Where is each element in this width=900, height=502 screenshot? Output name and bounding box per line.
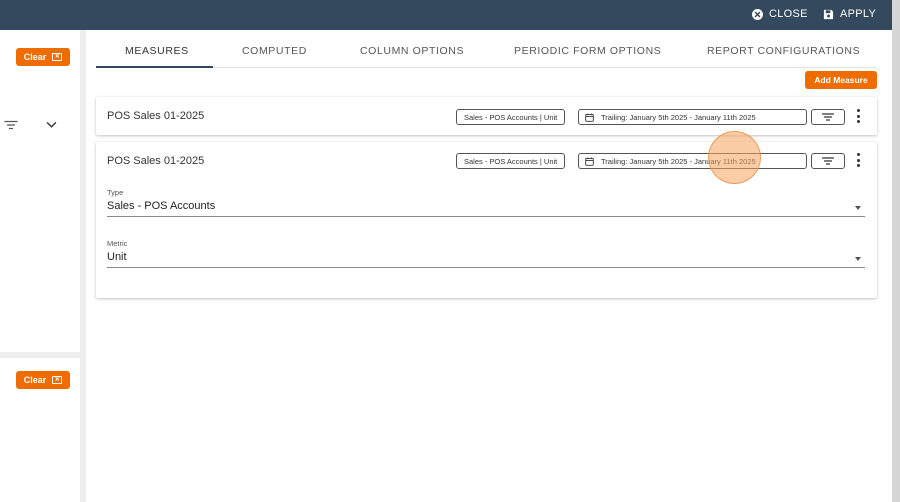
metric-field: Metric Unit bbox=[107, 239, 865, 268]
calendar-icon bbox=[585, 113, 594, 122]
active-tab-indicator bbox=[96, 66, 213, 68]
measure-type-chip[interactable]: Sales - POS Accounts | Unit bbox=[456, 153, 566, 169]
add-measure-button[interactable]: Add Measure bbox=[805, 71, 877, 89]
clear-filters-button[interactable]: Clear ✕ bbox=[16, 48, 70, 66]
tab-computed[interactable]: COMPUTED bbox=[242, 45, 307, 57]
metric-label: Metric bbox=[107, 239, 128, 248]
date-range-label: Trailing: January 5th 2025 - January 11t… bbox=[601, 112, 756, 122]
measures-panel: MEASURES COMPUTED COLUMN OPTIONS PERIODI… bbox=[86, 30, 892, 502]
metric-select[interactable]: Unit bbox=[107, 248, 865, 268]
more-vert-icon[interactable] bbox=[854, 153, 862, 167]
tab-measures[interactable]: MEASURES bbox=[125, 45, 189, 57]
type-field: Type Sales - POS Accounts bbox=[107, 188, 865, 217]
chevron-down-icon[interactable] bbox=[46, 121, 57, 129]
window-edge bbox=[892, 0, 900, 502]
clear-label: Clear bbox=[23, 52, 47, 62]
measure-card[interactable]: POS Sales 01-2025 Sales - POS Accounts |… bbox=[96, 97, 877, 135]
calendar-icon bbox=[585, 157, 594, 166]
clear-label: Clear bbox=[23, 375, 47, 385]
metric-value: Unit bbox=[107, 251, 127, 263]
close-circle-icon bbox=[752, 8, 763, 20]
date-range-chip[interactable]: Trailing: January 5th 2025 - January 11t… bbox=[578, 109, 807, 125]
measure-card-expanded: POS Sales 01-2025 Sales - POS Accounts |… bbox=[96, 142, 877, 298]
filter-icon bbox=[822, 113, 834, 121]
clear-x-icon: ✕ bbox=[52, 53, 63, 61]
measure-filter-button[interactable] bbox=[811, 153, 845, 169]
filter-icon bbox=[822, 157, 834, 165]
close-label: CLOSE bbox=[769, 8, 808, 20]
filter-sidebar-top: Clear ✕ bbox=[0, 30, 80, 352]
measure-filter-button[interactable] bbox=[811, 109, 845, 125]
more-vert-icon[interactable] bbox=[854, 109, 862, 123]
tab-periodic-form-options[interactable]: PERIODIC FORM OPTIONS bbox=[514, 45, 661, 57]
filter-icon[interactable] bbox=[4, 120, 18, 130]
apply-label: APPLY bbox=[840, 8, 877, 20]
measure-type-chip[interactable]: Sales - POS Accounts | Unit bbox=[456, 109, 566, 125]
tab-bar: MEASURES COMPUTED COLUMN OPTIONS PERIODI… bbox=[96, 30, 876, 68]
filter-sidebar-bottom: Clear ✕ bbox=[0, 358, 80, 502]
type-value: Sales - POS Accounts bbox=[107, 200, 216, 212]
tab-column-options[interactable]: COLUMN OPTIONS bbox=[360, 45, 464, 57]
date-range-chip[interactable]: Trailing: January 5th 2025 - January 11t… bbox=[578, 153, 807, 169]
dialog-header-bar: CLOSE APPLY bbox=[0, 0, 892, 30]
dropdown-arrow-icon bbox=[855, 206, 861, 210]
clear-filters-button-bottom[interactable]: Clear ✕ bbox=[16, 371, 70, 389]
measure-title: POS Sales 01-2025 bbox=[107, 155, 205, 167]
date-range-label: Trailing: January 5th 2025 - January 11t… bbox=[601, 156, 756, 166]
close-button[interactable]: CLOSE bbox=[752, 8, 808, 20]
tab-report-configurations[interactable]: REPORT CONFIGURATIONS bbox=[707, 45, 860, 57]
measure-type-chip-label: Sales - POS Accounts | Unit bbox=[464, 156, 558, 166]
measure-type-chip-label: Sales - POS Accounts | Unit bbox=[464, 112, 558, 122]
clear-x-icon: ✕ bbox=[52, 376, 63, 384]
dropdown-arrow-icon bbox=[855, 257, 861, 261]
type-select[interactable]: Sales - POS Accounts bbox=[107, 197, 865, 217]
type-label: Type bbox=[107, 188, 124, 197]
save-icon bbox=[823, 9, 834, 19]
measure-title: POS Sales 01-2025 bbox=[107, 110, 205, 122]
apply-button[interactable]: APPLY bbox=[823, 8, 876, 20]
